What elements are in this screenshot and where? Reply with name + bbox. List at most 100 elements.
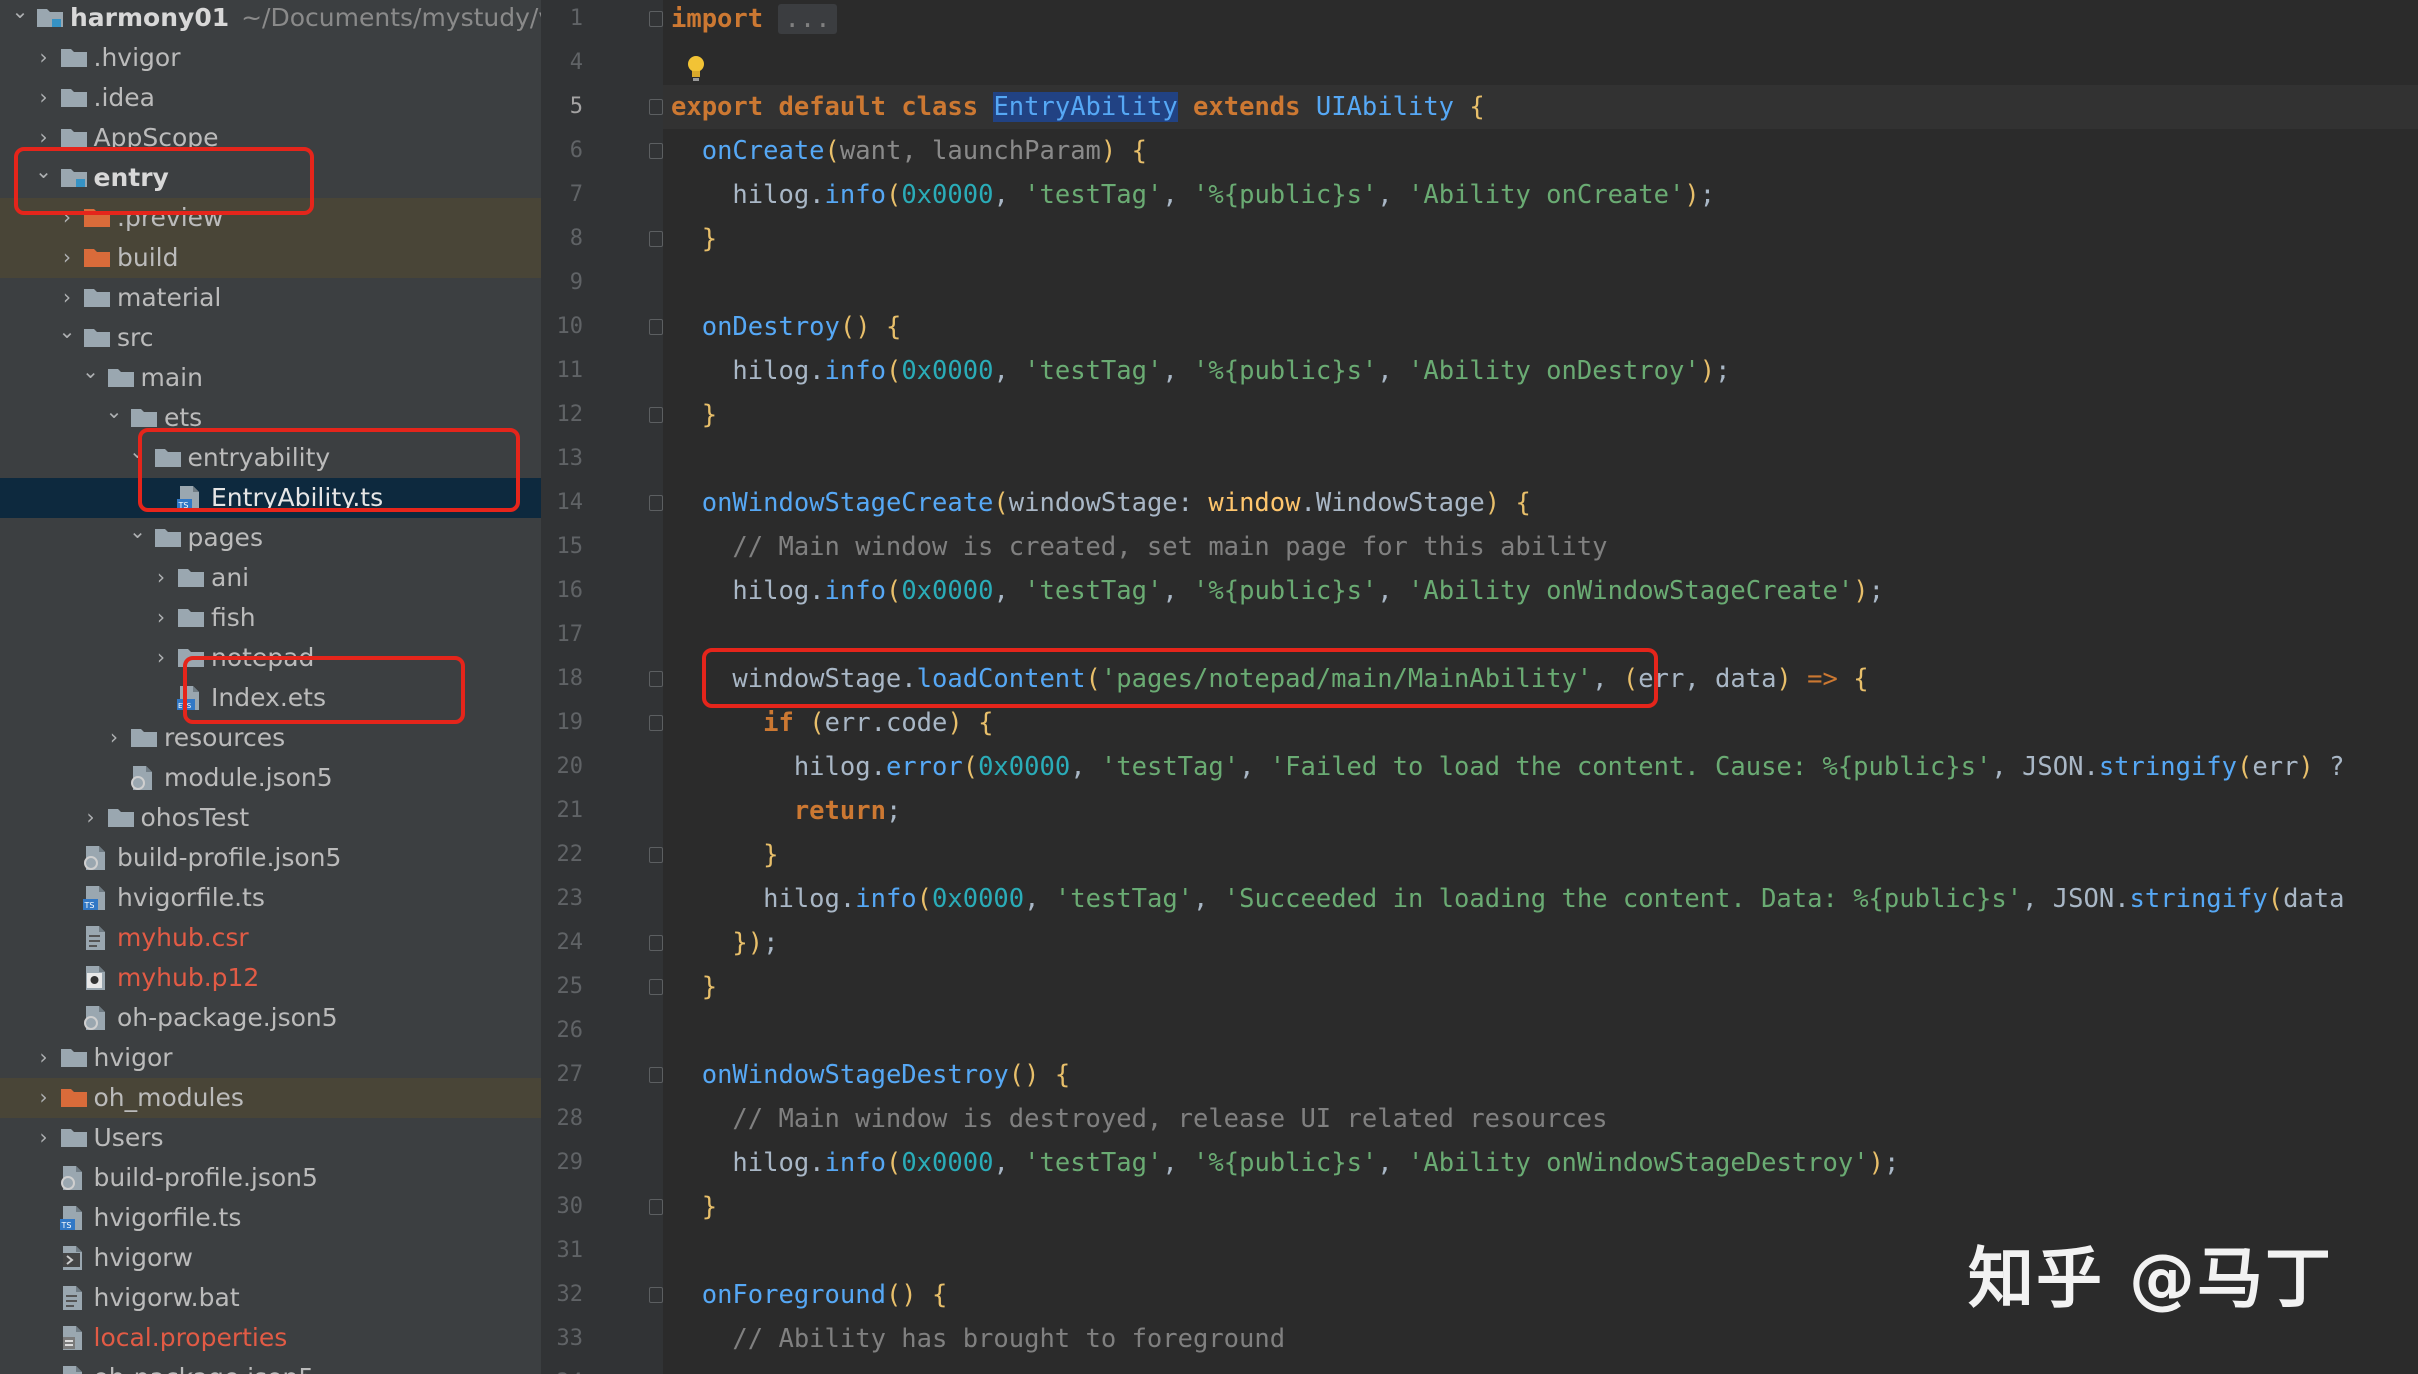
tree-row[interactable]: myhub.p12 bbox=[0, 958, 541, 998]
line-number[interactable]: 32 bbox=[541, 1273, 584, 1317]
line-number[interactable]: 25 bbox=[541, 965, 584, 1009]
tree-row[interactable]: ⌄ harmony01 ~/Documents/mystudy/v bbox=[0, 0, 541, 38]
chevron-right-icon[interactable]: › bbox=[33, 86, 55, 108]
code-line[interactable]: hilog.info(0x0000, 'testTag', '%{public}… bbox=[671, 1141, 1899, 1185]
chevron-down-icon[interactable]: ⌄ bbox=[80, 360, 102, 382]
code-line[interactable]: hilog.info(0x0000, 'testTag', '%{public}… bbox=[671, 569, 1884, 613]
code-line[interactable]: }); bbox=[671, 921, 778, 965]
chevron-right-icon[interactable]: › bbox=[56, 286, 78, 308]
line-number[interactable]: 11 bbox=[541, 349, 584, 393]
tree-row[interactable]: TS hvigorfile.ts bbox=[0, 1198, 541, 1238]
fold-close-icon[interactable] bbox=[649, 979, 663, 995]
code-line[interactable]: } bbox=[671, 965, 717, 1009]
tree-row[interactable]: › build bbox=[0, 238, 541, 278]
line-number[interactable]: 34 bbox=[541, 1361, 584, 1374]
tree-row[interactable]: hvigorw bbox=[0, 1238, 541, 1278]
tree-row[interactable]: › fish bbox=[0, 598, 541, 638]
tree-row[interactable]: myhub.csr bbox=[0, 918, 541, 958]
line-number[interactable]: 10 bbox=[541, 305, 584, 349]
code-line[interactable]: onDestroy() { bbox=[671, 305, 902, 349]
fold-open-icon[interactable] bbox=[649, 11, 663, 27]
code-line[interactable]: return; bbox=[671, 789, 901, 833]
tree-row[interactable]: › ani bbox=[0, 558, 541, 598]
tree-row[interactable]: › ohosTest bbox=[0, 798, 541, 838]
tree-row[interactable]: oh-package.json5 bbox=[0, 1358, 541, 1374]
line-number[interactable]: 4 bbox=[541, 41, 583, 85]
line-number[interactable]: 7 bbox=[541, 173, 583, 217]
code-line[interactable]: hilog.info(0x0000, 'testTag', '%{public}… bbox=[671, 349, 1730, 393]
fold-close-icon[interactable] bbox=[649, 935, 663, 951]
tree-row[interactable]: › hvigor bbox=[0, 1038, 541, 1078]
chevron-right-icon[interactable]: › bbox=[150, 606, 172, 628]
line-number[interactable]: 1 bbox=[541, 0, 583, 41]
chevron-down-icon[interactable]: ⌄ bbox=[127, 520, 149, 542]
line-number[interactable]: 22 bbox=[541, 833, 584, 877]
line-number[interactable]: 16 bbox=[541, 569, 584, 613]
tree-row[interactable]: ⌄ src bbox=[0, 318, 541, 358]
chevron-right-icon[interactable]: › bbox=[33, 1086, 55, 1108]
fold-close-icon[interactable] bbox=[649, 407, 663, 423]
fold-close-icon[interactable] bbox=[649, 231, 663, 247]
code-line[interactable]: onForeground() { bbox=[671, 1273, 948, 1317]
code-line[interactable]: onWindowStageDestroy() { bbox=[671, 1053, 1070, 1097]
line-number[interactable]: 26 bbox=[541, 1009, 584, 1053]
line-number[interactable]: 19 bbox=[541, 701, 584, 745]
fold-open-icon[interactable] bbox=[649, 715, 663, 731]
chevron-right-icon[interactable]: › bbox=[33, 1126, 55, 1148]
tree-row[interactable]: local.properties bbox=[0, 1318, 541, 1358]
chevron-right-icon[interactable]: › bbox=[150, 646, 172, 668]
code-line[interactable]: onWindowStageCreate(windowStage: window.… bbox=[671, 481, 1531, 525]
code-line[interactable]: } bbox=[671, 393, 717, 437]
fold-open-icon[interactable] bbox=[649, 671, 663, 687]
line-number[interactable]: 29 bbox=[541, 1141, 584, 1185]
tree-row[interactable]: TS hvigorfile.ts bbox=[0, 878, 541, 918]
line-number[interactable]: 20 bbox=[541, 745, 584, 789]
chevron-right-icon[interactable]: › bbox=[80, 806, 102, 828]
tree-row[interactable]: ⌄ pages bbox=[0, 518, 541, 558]
code-line[interactable]: // Main window is destroyed, release UI … bbox=[671, 1097, 1607, 1141]
line-number[interactable]: 17 bbox=[541, 613, 584, 657]
tree-row[interactable]: oh-package.json5 bbox=[0, 998, 541, 1038]
code-line[interactable]: hilog.info(0x0000, 'testTag', '%{public}… bbox=[671, 173, 1715, 217]
line-number[interactable]: 15 bbox=[541, 525, 584, 569]
fold-close-icon[interactable] bbox=[649, 847, 663, 863]
code-line[interactable]: } bbox=[671, 833, 778, 877]
tree-row[interactable]: hvigorw.bat bbox=[0, 1278, 541, 1318]
tree-row[interactable]: › oh_modules bbox=[0, 1078, 541, 1118]
code-line[interactable]: } bbox=[671, 217, 717, 261]
line-number[interactable]: 31 bbox=[541, 1229, 584, 1273]
tree-row[interactable]: ⌄ main bbox=[0, 358, 541, 398]
line-number[interactable]: 28 bbox=[541, 1097, 584, 1141]
tree-row[interactable]: build-profile.json5 bbox=[0, 1158, 541, 1198]
line-number[interactable]: 33 bbox=[541, 1317, 584, 1361]
tree-row[interactable]: › Users bbox=[0, 1118, 541, 1158]
line-number[interactable]: 30 bbox=[541, 1185, 584, 1229]
line-number[interactable]: 5 bbox=[541, 85, 583, 129]
code-line[interactable]: hilog.error(0x0000, 'testTag', 'Failed t… bbox=[671, 745, 2345, 789]
chevron-right-icon[interactable]: › bbox=[33, 126, 55, 148]
lightbulb-icon[interactable] bbox=[684, 52, 708, 84]
chevron-right-icon[interactable]: › bbox=[56, 246, 78, 268]
code-line[interactable]: onCreate(want, launchParam) { bbox=[671, 129, 1147, 173]
chevron-down-icon[interactable]: ⌄ bbox=[9, 0, 31, 22]
line-number[interactable]: 27 bbox=[541, 1053, 584, 1097]
chevron-right-icon[interactable]: › bbox=[103, 726, 125, 748]
code-line[interactable]: // Ability has brought to foreground bbox=[671, 1317, 1285, 1361]
chevron-right-icon[interactable]: › bbox=[150, 566, 172, 588]
line-number[interactable]: 6 bbox=[541, 129, 583, 173]
tree-row[interactable]: › .idea bbox=[0, 78, 541, 118]
fold-open-icon[interactable] bbox=[649, 99, 663, 115]
line-number[interactable]: 23 bbox=[541, 877, 584, 921]
line-number[interactable]: 24 bbox=[541, 921, 584, 965]
tree-row[interactable]: module.json5 bbox=[0, 758, 541, 798]
fold-open-icon[interactable] bbox=[649, 143, 663, 159]
line-number[interactable]: 21 bbox=[541, 789, 584, 833]
code-line[interactable]: } bbox=[671, 1185, 717, 1229]
code-line[interactable]: export default class EntryAbility extend… bbox=[671, 85, 1485, 129]
chevron-right-icon[interactable]: › bbox=[33, 1046, 55, 1068]
chevron-right-icon[interactable]: › bbox=[33, 46, 55, 68]
code-line[interactable]: import ... bbox=[671, 0, 837, 41]
fold-open-icon[interactable] bbox=[649, 319, 663, 335]
line-number[interactable]: 12 bbox=[541, 393, 584, 437]
tree-row[interactable]: › .hvigor bbox=[0, 38, 541, 78]
